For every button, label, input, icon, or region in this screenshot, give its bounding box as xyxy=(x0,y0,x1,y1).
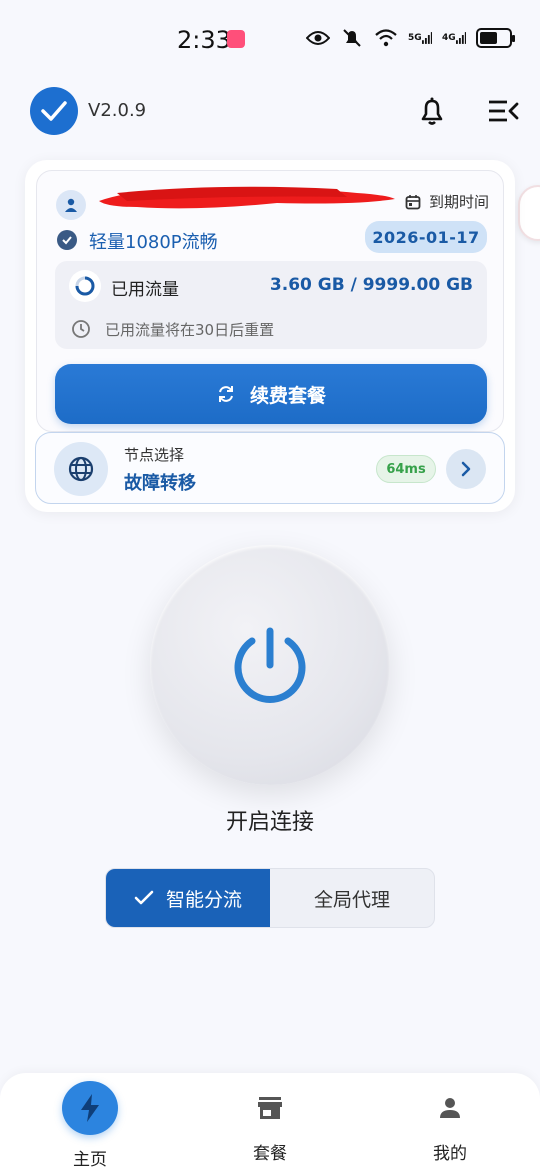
smart-routing-label: 智能分流 xyxy=(165,888,242,911)
clock-icon xyxy=(72,320,90,338)
traffic-label: 已用流量 xyxy=(111,280,179,300)
verified-badge-icon xyxy=(57,230,77,250)
traffic-usage-panel: 已用流量 3.60 GB / 9999.00 GB 已用流量将在30日后重置 xyxy=(55,261,487,349)
eye-icon xyxy=(306,28,330,48)
signal-4g-text: 4G xyxy=(442,33,456,43)
notification-bell-icon[interactable] xyxy=(416,95,448,127)
lightning-icon xyxy=(62,1081,118,1135)
redacted-email xyxy=(99,186,395,209)
nav-home-label: 主页 xyxy=(73,1150,107,1170)
calendar-icon xyxy=(405,194,421,209)
floating-assistant-icon[interactable] xyxy=(518,185,540,241)
node-select-label: 节点选择 xyxy=(124,446,185,464)
mute-bell-icon xyxy=(340,28,364,48)
status-icons: 5G 4G xyxy=(306,28,515,48)
expiry-label-group: 到期时间 xyxy=(405,191,489,212)
subscription-card: 到期时间 轻量1080P流畅 2026-01-17 已用流量 3.60 GB /… xyxy=(36,170,504,432)
expiry-date-badge: 2026-01-17 xyxy=(365,221,487,253)
status-bar: 2:33 5G 4G xyxy=(0,0,540,80)
global-proxy-button[interactable]: 全局代理 xyxy=(270,869,434,927)
renew-button-label: 续费套餐 xyxy=(249,384,326,407)
power-icon xyxy=(234,627,306,703)
smart-routing-button[interactable]: 智能分流 xyxy=(106,869,270,927)
chevron-right-icon[interactable] xyxy=(446,449,486,489)
traffic-value: 3.60 GB / 9999.00 GB xyxy=(269,275,473,295)
battery-fill xyxy=(480,32,497,44)
menu-collapse-icon[interactable] xyxy=(487,97,519,125)
nav-mine-label: 我的 xyxy=(433,1144,467,1164)
node-name: 故障转移 xyxy=(124,473,196,494)
person-icon xyxy=(435,1093,465,1123)
globe-icon xyxy=(54,442,108,496)
store-icon xyxy=(255,1093,285,1123)
connect-power-button[interactable] xyxy=(150,545,390,785)
wifi-icon xyxy=(374,28,398,48)
signal-5g-icon: 5G xyxy=(408,28,432,48)
account-card: 到期时间 轻量1080P流畅 2026-01-17 已用流量 3.60 GB /… xyxy=(25,160,515,512)
latency-badge: 64ms xyxy=(376,455,436,483)
signal-5g-text: 5G xyxy=(408,33,422,43)
plan-name: 轻量1080P流畅 xyxy=(89,232,218,253)
routing-mode-toggle: 智能分流 全局代理 xyxy=(105,868,435,928)
nav-plans[interactable]: 套餐 xyxy=(210,1073,330,1170)
renew-plan-button[interactable]: 续费套餐 xyxy=(55,364,487,424)
node-selector[interactable]: 节点选择 故障转移 64ms xyxy=(35,432,505,504)
bottom-nav: 主页 套餐 我的 xyxy=(0,1073,540,1170)
expiry-label: 到期时间 xyxy=(429,193,490,211)
user-icon xyxy=(56,190,86,220)
status-time: 2:33 xyxy=(177,26,231,54)
battery-icon xyxy=(476,28,515,48)
nav-mine[interactable]: 我的 xyxy=(390,1073,510,1170)
global-proxy-label: 全局代理 xyxy=(313,888,390,911)
app-notification-icon xyxy=(227,30,245,48)
data-usage-icon xyxy=(69,270,101,302)
nav-plans-label: 套餐 xyxy=(253,1144,287,1164)
check-icon xyxy=(134,890,154,905)
app-version: V2.0.9 xyxy=(88,100,147,121)
app-logo-check-icon xyxy=(30,87,78,135)
signal-4g-icon: 4G xyxy=(442,28,466,48)
nav-home[interactable]: 主页 xyxy=(30,1073,150,1170)
refresh-icon xyxy=(218,386,233,402)
connect-label: 开启连接 xyxy=(225,810,314,835)
traffic-reset-note: 已用流量将在30日后重置 xyxy=(105,321,275,339)
